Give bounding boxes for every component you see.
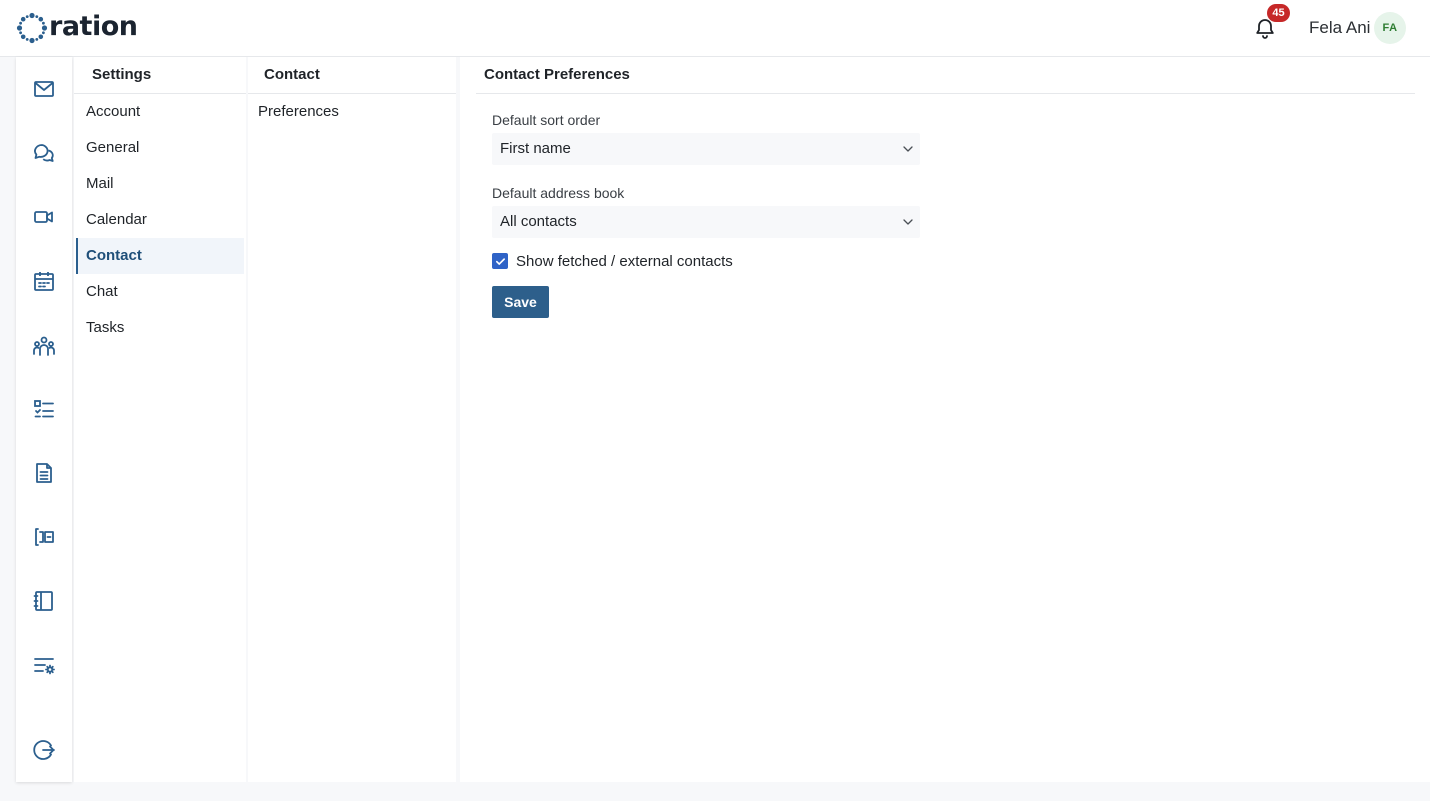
contact-title: Contact: [248, 57, 456, 94]
main-panel: Contact Preferences Default sort order F…: [460, 57, 1430, 782]
settings-title: Settings: [74, 57, 246, 94]
page-title: Contact Preferences: [476, 57, 1415, 94]
calendar-icon[interactable]: [32, 269, 56, 293]
address-book-label: Default address book: [492, 185, 625, 201]
sort-order-label: Default sort order: [492, 112, 601, 128]
team-icon[interactable]: [32, 334, 56, 358]
user-name[interactable]: Fela Ani: [1309, 18, 1370, 38]
settings-item-account[interactable]: Account: [74, 94, 246, 130]
mail-icon[interactable]: [32, 77, 56, 101]
notification-count-badge: 45: [1267, 4, 1290, 22]
settings-item-tasks[interactable]: Tasks: [74, 310, 246, 346]
notebook-icon[interactable]: [32, 589, 56, 613]
sort-order-select[interactable]: First name: [492, 133, 920, 165]
settings-item-mail[interactable]: Mail: [74, 166, 246, 202]
checkmark-icon: [495, 257, 505, 265]
chevron-down-icon: [903, 219, 913, 225]
chevron-down-icon: [903, 146, 913, 152]
video-icon[interactable]: [32, 205, 56, 229]
sort-order-value: First name: [500, 140, 571, 157]
settings-item-general[interactable]: General: [74, 130, 246, 166]
tasks-list-icon[interactable]: [32, 397, 56, 421]
preferences-form: Default sort order First name Default ad…: [460, 94, 1430, 318]
show-external-row: Show fetched / external contacts: [492, 252, 1430, 270]
app-rail: [16, 57, 72, 782]
contact-panel: Contact Preferences: [248, 57, 456, 782]
settings-item-calendar[interactable]: Calendar: [74, 202, 246, 238]
document-icon[interactable]: [32, 461, 56, 485]
avatar[interactable]: FA: [1374, 12, 1406, 44]
app-logo[interactable]: ration: [16, 11, 138, 45]
settings-item-contact[interactable]: Contact: [76, 238, 244, 274]
settings-item-chat[interactable]: Chat: [74, 274, 246, 310]
address-book-value: All contacts: [500, 213, 577, 230]
logout-icon[interactable]: [32, 738, 56, 762]
save-button[interactable]: Save: [492, 286, 549, 318]
settings-list-icon[interactable]: [32, 653, 56, 677]
settings-panel: Settings Account General Mail Calendar C…: [74, 57, 246, 782]
show-external-label[interactable]: Show fetched / external contacts: [516, 253, 733, 270]
contact-item-preferences[interactable]: Preferences: [248, 94, 456, 130]
logo-text: ration: [49, 11, 138, 42]
address-book-select[interactable]: All contacts: [492, 206, 920, 238]
board-icon[interactable]: [32, 525, 56, 549]
top-bar: ration 45 Fela Ani FA: [0, 0, 1430, 57]
show-external-checkbox[interactable]: [492, 253, 508, 269]
logo-mark-icon: [16, 12, 48, 44]
chat-icon[interactable]: [32, 141, 56, 165]
